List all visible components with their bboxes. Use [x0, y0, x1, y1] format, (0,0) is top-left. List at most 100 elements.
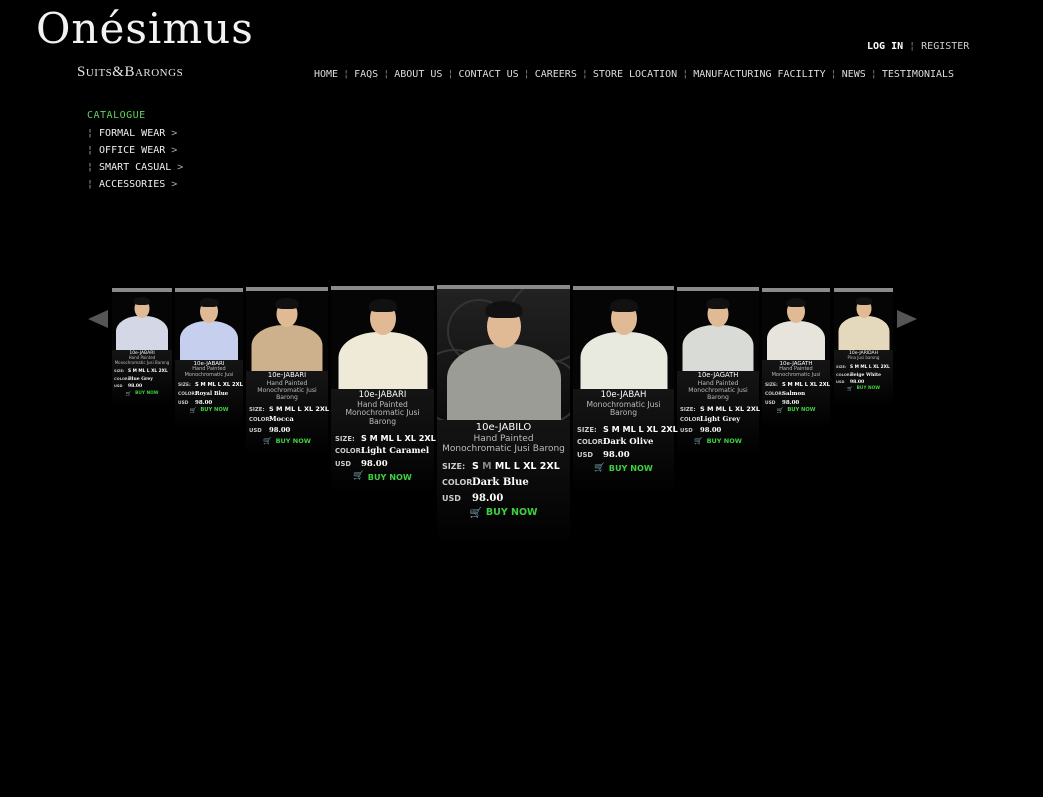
- size-options[interactable]: S M ML L XL 2XL: [603, 424, 678, 434]
- size-row-label: SIZE:: [249, 406, 265, 413]
- buy-now-button[interactable]: 🛒 BUY NOW: [836, 386, 891, 393]
- catalogue-item-smart-casual[interactable]: ¦ SMART CASUAL >: [87, 162, 183, 179]
- product-photo[interactable]: [573, 290, 674, 389]
- size-row-label: SIZE:: [178, 382, 191, 388]
- cart-icon: 🛒: [847, 387, 853, 393]
- product-photo[interactable]: [175, 292, 243, 360]
- buy-now-button[interactable]: 🛒 BUY NOW: [577, 463, 670, 474]
- product-card[interactable]: 10e-JABARI Hand Painted Monochromatic Jus…: [246, 287, 329, 456]
- nav-contact-us[interactable]: CONTACT US: [458, 69, 518, 80]
- product-description: Hand Painted Monochromatic Jusi Barong: [114, 355, 170, 365]
- product-photo[interactable]: [834, 292, 893, 350]
- cart-icon: 🛒: [263, 436, 272, 445]
- color-value: Blue Grey: [128, 377, 153, 383]
- model-shirt: [116, 316, 168, 350]
- size-options[interactable]: S M ML L XL 2XL: [700, 405, 760, 413]
- color-row-label: COLOR:: [249, 417, 272, 424]
- buy-now-label: BUY NOW: [367, 471, 412, 482]
- model-shirt: [338, 332, 427, 389]
- product-photo[interactable]: [437, 289, 570, 420]
- size-options[interactable]: S M ML L XL 2XL: [128, 369, 168, 374]
- size-row: SIZE: S M ML L XL 2XL: [249, 405, 329, 413]
- product-card[interactable]: 10e-JABAH Monochromatic Jusi Barong SIZE: S…: [573, 286, 678, 495]
- product-photo[interactable]: [331, 290, 434, 389]
- size-row-label: SIZE:: [836, 364, 847, 369]
- price-value: 98.00: [195, 399, 213, 406]
- nav-faqs[interactable]: FAQS: [354, 69, 378, 80]
- arrow-right-icon[interactable]: [897, 310, 917, 328]
- product-photo[interactable]: [762, 292, 830, 360]
- catalogue-item-accessories[interactable]: ¦ ACCESSORIES >: [87, 179, 183, 196]
- color-value: Salmon: [782, 390, 806, 397]
- color-row-label: COLOR:: [114, 377, 130, 382]
- model-shirt: [767, 321, 825, 360]
- product-code: 10e-JABARI: [267, 371, 307, 379]
- nav-separator: ¦: [383, 69, 390, 80]
- size-options[interactable]: S M ML L XL 2XL: [361, 433, 436, 443]
- catalogue-bar: ¦: [87, 162, 94, 173]
- size-options[interactable]: S M ML L XL 2XL: [782, 382, 830, 388]
- size-option[interactable]: S: [472, 461, 482, 472]
- price-row: USD 98.00: [577, 450, 670, 461]
- nav-careers[interactable]: CAREERS: [535, 69, 577, 80]
- buy-now-button[interactable]: 🛒 BUY NOW: [335, 471, 430, 482]
- size-options[interactable]: S M ML L XL 2XL: [269, 405, 329, 413]
- login-link[interactable]: LOG IN: [867, 41, 903, 52]
- product-card[interactable]: 10e-JABARI Hand Painted Monochromatic Jus…: [331, 286, 436, 495]
- size-option[interactable]: ML L XL 2XL: [492, 461, 560, 472]
- product-info: 10e-JAGATH Hand Painted Monochromatic Jus…: [677, 371, 760, 446]
- product-info: 10e-JABILO Hand Painted Monochromatic Jus…: [437, 420, 570, 520]
- buy-now-button[interactable]: 🛒 BUY NOW: [680, 437, 756, 446]
- product-card[interactable]: 10e-JAGATH Hand Painted Monochromatic Jus…: [677, 287, 760, 456]
- nav-testimonials[interactable]: TESTIMONIALS: [882, 69, 954, 80]
- nav-separator: ¦: [870, 69, 877, 80]
- product-info: 10e-JABARI Hand Painted Monochromatic Jus…: [112, 350, 172, 397]
- buy-now-label: BUY NOW: [200, 407, 229, 414]
- product-photo[interactable]: [677, 291, 759, 371]
- buy-now-button[interactable]: 🛒 BUY NOW: [114, 391, 170, 397]
- catalogue-item-label: ACCESSORIES: [99, 179, 166, 190]
- model-shirt: [838, 316, 889, 350]
- product-photo[interactable]: [246, 291, 328, 371]
- product-photo[interactable]: [112, 292, 172, 350]
- buy-now-button[interactable]: 🛒 BUY NOW: [249, 436, 325, 446]
- product-description: Hand Painted Monochromatic Jusi Barong: [442, 433, 565, 454]
- main-nav: HOME ¦ FAQS ¦ ABOUT US ¦ CONTACT US ¦ CAREERS ¦ ST…: [314, 69, 954, 80]
- color-value: Beige White: [850, 372, 881, 378]
- size-options[interactable]: S M ML L XL 2XL: [195, 382, 243, 388]
- catalogue-item-office-wear[interactable]: ¦ OFFICE WEAR >: [87, 145, 183, 162]
- size-row-label: SIZE:: [114, 369, 125, 374]
- product-card[interactable]: 10e-JABARI Hand Painted Monochromatic Jus…: [112, 288, 172, 406]
- nav-news[interactable]: NEWS: [842, 69, 866, 80]
- color-row: COLOR:Mocca: [249, 415, 325, 424]
- product-card[interactable]: 10e-JAGATH Hand Painted Monochromatic Jus…: [762, 288, 830, 429]
- model-hair: [786, 298, 806, 307]
- size-options[interactable]: S M ML L XL 2XL: [472, 461, 560, 472]
- catalogue-item-formal-wear[interactable]: ¦ FORMAL WEAR >: [87, 128, 183, 145]
- nav-home[interactable]: HOME: [314, 69, 338, 80]
- brand-logo[interactable]: Onésimus Suits&Barongs: [36, 0, 253, 90]
- nav-manufacturing-facility[interactable]: MANUFACTURING FACILITY: [693, 69, 825, 80]
- size-options[interactable]: S M ML L XL 2XL: [850, 365, 890, 370]
- buy-now-button[interactable]: 🛒 BUY NOW: [442, 507, 565, 520]
- product-card[interactable]: 10e-JABILO Hand Painted Monochromatic Jus…: [437, 285, 570, 545]
- size-row-label: SIZE:: [442, 462, 466, 472]
- product-card[interactable]: 10e-JARIDAH Pina Jusi barong SIZE: S M ML L…: [834, 288, 893, 406]
- nav-store-location[interactable]: STORE LOCATION: [593, 69, 677, 80]
- color-row: COLOR:Dark Olive: [577, 437, 670, 448]
- model-shirt: [446, 344, 561, 420]
- nav-about-us[interactable]: ABOUT US: [394, 69, 442, 80]
- buy-now-button[interactable]: 🛒 BUY NOW: [765, 407, 827, 414]
- size-row: SIZE: S M ML L XL 2XL: [836, 365, 891, 371]
- price-value: 98.00: [782, 399, 800, 406]
- model-hair: [706, 298, 730, 309]
- size-row: SIZE: S M ML L XL 2XL: [577, 425, 678, 435]
- product-card[interactable]: 10e-JABARI Hand Painted Monochromatic Jus…: [175, 288, 243, 429]
- register-link[interactable]: REGISTER: [921, 41, 969, 52]
- size-row: SIZE: S M ML L XL 2XL: [178, 382, 243, 389]
- color-value: Light Caramel: [361, 445, 430, 456]
- buy-now-button[interactable]: 🛒 BUY NOW: [178, 407, 240, 414]
- arrow-left-icon[interactable]: [88, 310, 108, 328]
- buy-now-label: BUY NOW: [485, 507, 538, 519]
- product-code: 10e-JAGATH: [697, 371, 739, 379]
